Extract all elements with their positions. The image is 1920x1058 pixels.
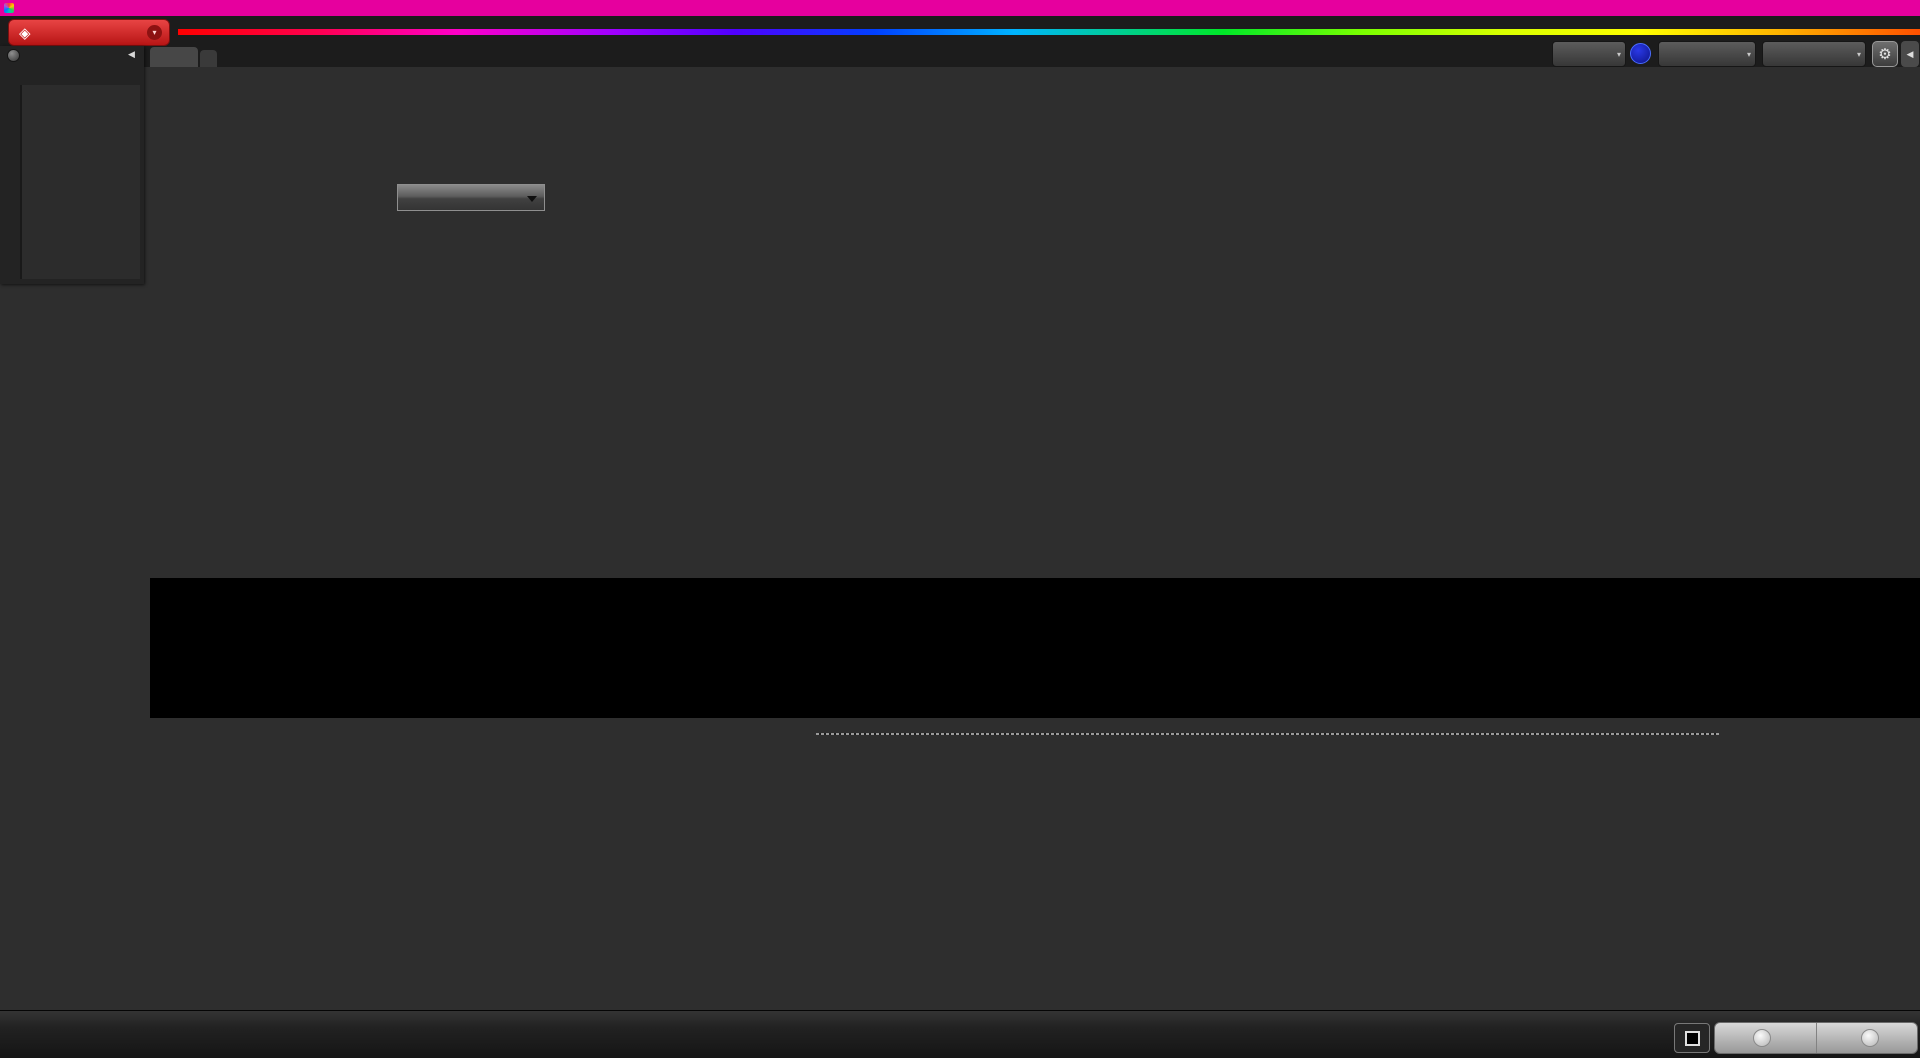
dropdown-arrow-icon xyxy=(527,196,537,207)
navigation-tray xyxy=(1714,1022,1918,1054)
chevron-down-icon: ▾ xyxy=(1616,49,1621,59)
app-toolbar: ◈ ▾ ▾ ▾ ▾ ⚙ ◀ xyxy=(0,16,1920,67)
calman-window: ◈ ▾ ▾ ▾ ▾ ⚙ ◀ ◀ xyxy=(0,0,1920,1058)
calman-logo-button[interactable]: ◈ ▾ xyxy=(8,19,170,46)
chevron-down-icon: ▾ xyxy=(1856,49,1861,59)
meter-status-indicator xyxy=(1555,44,1559,64)
settings-gear-button[interactable]: ⚙ xyxy=(1872,41,1898,67)
pattern-toolbar xyxy=(0,1010,1920,1058)
calman-diamond-icon: ◈ xyxy=(19,24,31,42)
grayscale-preview-strip xyxy=(150,578,1920,718)
workflow-sidebar: ◀ xyxy=(0,46,144,284)
display-status-indicator xyxy=(1765,44,1769,64)
spectrum-stripe xyxy=(178,29,1920,35)
add-tab-button[interactable] xyxy=(200,50,217,67)
collapse-panel-button[interactable]: ◀ xyxy=(1901,41,1919,67)
pattern-window-button[interactable] xyxy=(1674,1023,1710,1053)
pattern-square-icon xyxy=(1684,1030,1700,1046)
chevron-down-icon: ▾ xyxy=(147,25,162,40)
tab-history-1[interactable] xyxy=(150,47,198,67)
gear-icon: ⚙ xyxy=(1878,46,1892,63)
display-control-dropdown[interactable]: ▾ xyxy=(1762,41,1866,67)
sidebar-dot-button[interactable] xyxy=(7,49,20,62)
actual-row-label xyxy=(250,590,264,646)
chevron-down-icon: ▾ xyxy=(1746,49,1751,59)
source-dropdown[interactable]: ▾ xyxy=(1658,41,1756,67)
source-status-indicator xyxy=(1661,44,1665,64)
de-formula-dropdown[interactable] xyxy=(397,184,545,211)
app-icon xyxy=(4,3,14,13)
back-arrow-icon xyxy=(1752,1029,1771,1047)
measurement-table xyxy=(816,733,1720,735)
sidebar-collapse-button[interactable]: ◀ xyxy=(128,49,135,60)
next-arrow-icon xyxy=(1861,1029,1880,1047)
back-button[interactable] xyxy=(1715,1023,1817,1053)
next-button[interactable] xyxy=(1817,1023,1918,1053)
window-titlebar xyxy=(0,0,1920,16)
meter-dropdown[interactable]: ▾ xyxy=(1552,41,1626,67)
workflow-tree xyxy=(20,85,140,279)
meter-count-badge[interactable] xyxy=(1630,43,1651,64)
chevron-left-icon: ◀ xyxy=(128,49,135,59)
target-row-label xyxy=(250,648,264,700)
chevron-left-icon: ◀ xyxy=(1906,49,1914,59)
